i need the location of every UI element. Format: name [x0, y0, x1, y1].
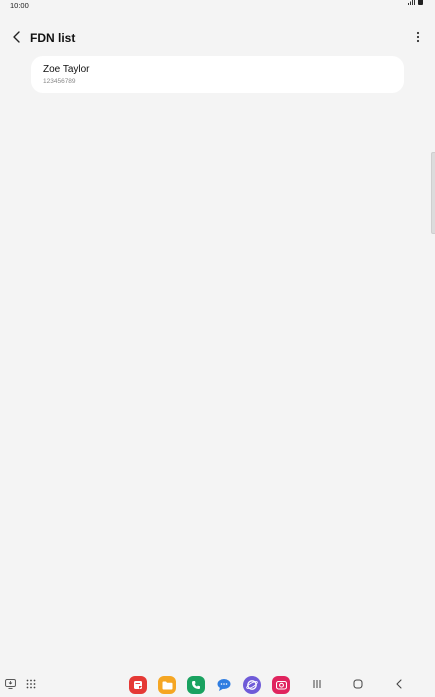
home-icon	[353, 676, 363, 694]
battery-icon	[418, 0, 423, 10]
page-title: FDN list	[30, 31, 76, 45]
list-item[interactable]: Zoe Taylor 123456789	[31, 56, 404, 93]
messages-app-icon[interactable]	[215, 676, 233, 694]
status-time: 10:00	[10, 1, 29, 10]
status-icons	[408, 0, 423, 10]
edge-panel-handle[interactable]	[431, 152, 435, 234]
status-bar: 10:00	[0, 0, 435, 14]
camera-app-icon[interactable]	[272, 676, 290, 694]
screenshot-icon	[4, 676, 16, 694]
notes-app-icon[interactable]	[129, 676, 147, 694]
phone-app-icon[interactable]	[187, 676, 205, 694]
back-button[interactable]	[8, 30, 26, 48]
screenshot-button[interactable]	[3, 678, 17, 692]
more-options-icon	[416, 30, 420, 48]
navigation-bar	[0, 674, 435, 697]
apps-grid-icon	[26, 676, 36, 694]
app-bar: FDN list	[0, 26, 435, 52]
contact-number: 123456789	[43, 78, 76, 85]
back-arrow-icon	[12, 30, 22, 48]
apps-grid-button[interactable]	[24, 678, 38, 692]
recents-icon	[312, 676, 322, 694]
my-files-app-icon[interactable]	[158, 676, 176, 694]
system-back-icon	[395, 676, 403, 694]
recents-button[interactable]	[308, 677, 326, 693]
internet-app-icon[interactable]	[243, 676, 261, 694]
more-options-button[interactable]	[410, 30, 426, 48]
system-back-button[interactable]	[390, 677, 408, 693]
signal-icon	[408, 0, 415, 10]
contact-name: Zoe Taylor	[43, 64, 90, 75]
home-button[interactable]	[349, 677, 367, 693]
